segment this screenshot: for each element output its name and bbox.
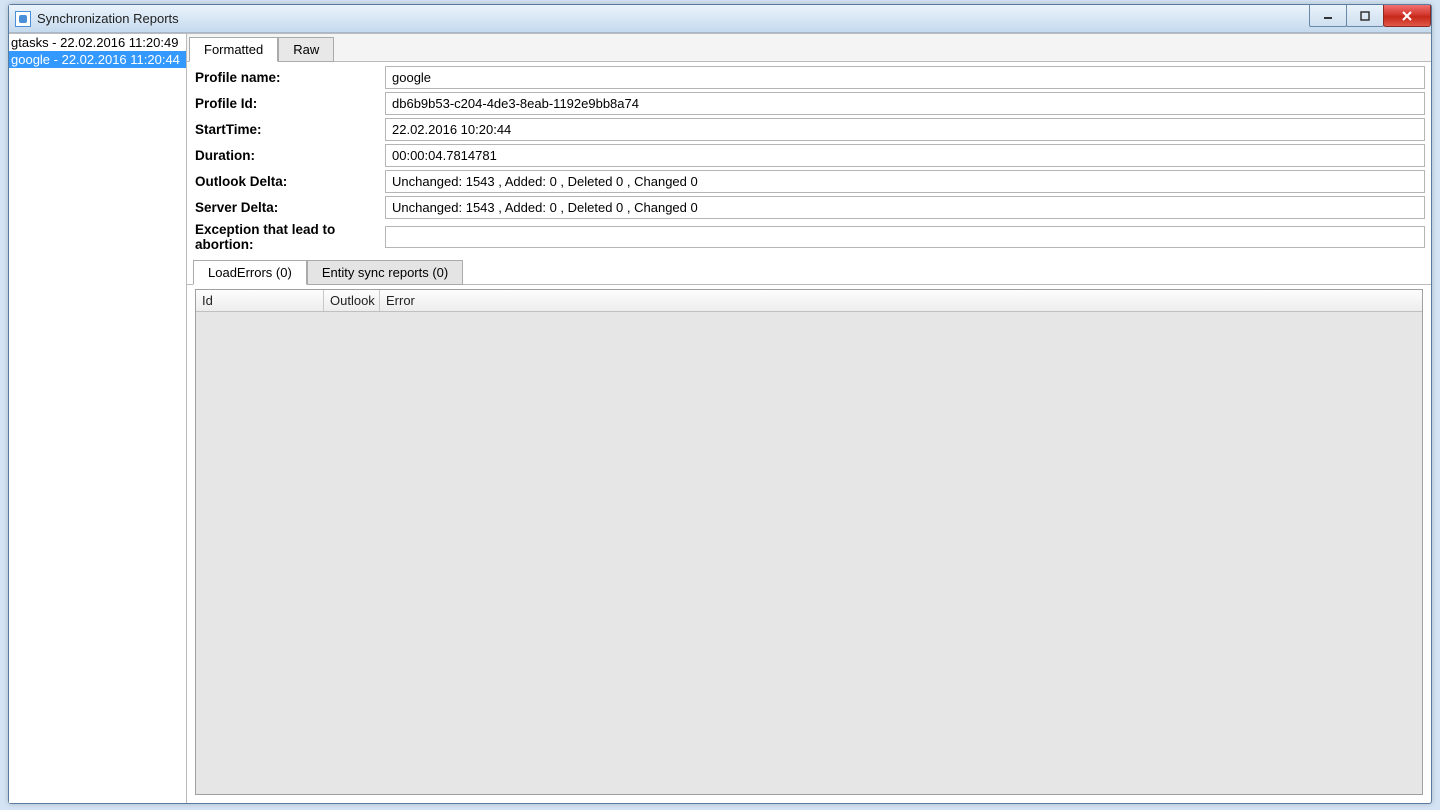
col-id[interactable]: Id [196, 290, 324, 311]
row-server-delta: Server Delta: Unchanged: 1543 , Added: 0… [193, 196, 1425, 219]
row-profile-id: Profile Id: db6b9b53-c204-4de3-8eab-1192… [193, 92, 1425, 115]
minimize-icon [1322, 10, 1334, 22]
row-outlook-delta: Outlook Delta: Unchanged: 1543 , Added: … [193, 170, 1425, 193]
row-duration: Duration: 00:00:04.7814781 [193, 144, 1425, 167]
row-exception: Exception that lead to abortion: [193, 222, 1425, 252]
value-start-time[interactable]: 22.02.2016 10:20:44 [385, 118, 1425, 141]
value-exception[interactable] [385, 226, 1425, 248]
value-duration[interactable]: 00:00:04.7814781 [385, 144, 1425, 167]
label-start-time: StartTime: [193, 122, 385, 137]
field-grid: Profile name: google Profile Id: db6b9b5… [187, 62, 1431, 257]
label-server-delta: Server Delta: [193, 200, 385, 215]
error-grid[interactable]: Id Outlook Error [195, 289, 1423, 795]
maximize-icon [1359, 10, 1371, 22]
value-profile-id[interactable]: db6b9b53-c204-4de3-8eab-1192e9bb8a74 [385, 92, 1425, 115]
app-icon [15, 11, 31, 27]
close-icon [1401, 10, 1413, 22]
tab-load-errors[interactable]: LoadErrors (0) [193, 260, 307, 285]
grid-header: Id Outlook Error [196, 290, 1422, 312]
value-server-delta[interactable]: Unchanged: 1543 , Added: 0 , Deleted 0 ,… [385, 196, 1425, 219]
value-outlook-delta[interactable]: Unchanged: 1543 , Added: 0 , Deleted 0 ,… [385, 170, 1425, 193]
close-button[interactable] [1383, 5, 1431, 27]
titlebar[interactable]: Synchronization Reports [9, 5, 1431, 33]
maximize-button[interactable] [1346, 5, 1384, 27]
window-buttons [1310, 5, 1431, 27]
label-profile-id: Profile Id: [193, 96, 385, 111]
label-exception: Exception that lead to abortion: [193, 222, 385, 252]
main-panel: Formatted Raw Profile name: google Profi… [187, 34, 1431, 803]
tab-raw[interactable]: Raw [278, 37, 334, 62]
label-duration: Duration: [193, 148, 385, 163]
tab-formatted[interactable]: Formatted [189, 37, 278, 62]
col-outlook[interactable]: Outlook [324, 290, 380, 311]
grid-body [196, 312, 1422, 794]
minimize-button[interactable] [1309, 5, 1347, 27]
app-window: Synchronization Reports gtasks - 22.02.2… [8, 4, 1432, 804]
value-profile-name[interactable]: google [385, 66, 1425, 89]
col-error[interactable]: Error [380, 290, 426, 311]
report-list-item[interactable]: gtasks - 22.02.2016 11:20:49 [9, 34, 186, 51]
label-profile-name: Profile name: [193, 70, 385, 85]
row-start-time: StartTime: 22.02.2016 10:20:44 [193, 118, 1425, 141]
report-list-item[interactable]: google - 22.02.2016 11:20:44 [9, 51, 186, 68]
label-outlook-delta: Outlook Delta: [193, 174, 385, 189]
view-tabs: Formatted Raw [187, 34, 1431, 62]
client-area: gtasks - 22.02.2016 11:20:49 google - 22… [9, 33, 1431, 803]
detail-tabs: LoadErrors (0) Entity sync reports (0) [187, 257, 1431, 285]
report-list[interactable]: gtasks - 22.02.2016 11:20:49 google - 22… [9, 34, 187, 803]
tab-entity-reports[interactable]: Entity sync reports (0) [307, 260, 463, 285]
row-profile-name: Profile name: google [193, 66, 1425, 89]
window-title: Synchronization Reports [37, 11, 179, 26]
